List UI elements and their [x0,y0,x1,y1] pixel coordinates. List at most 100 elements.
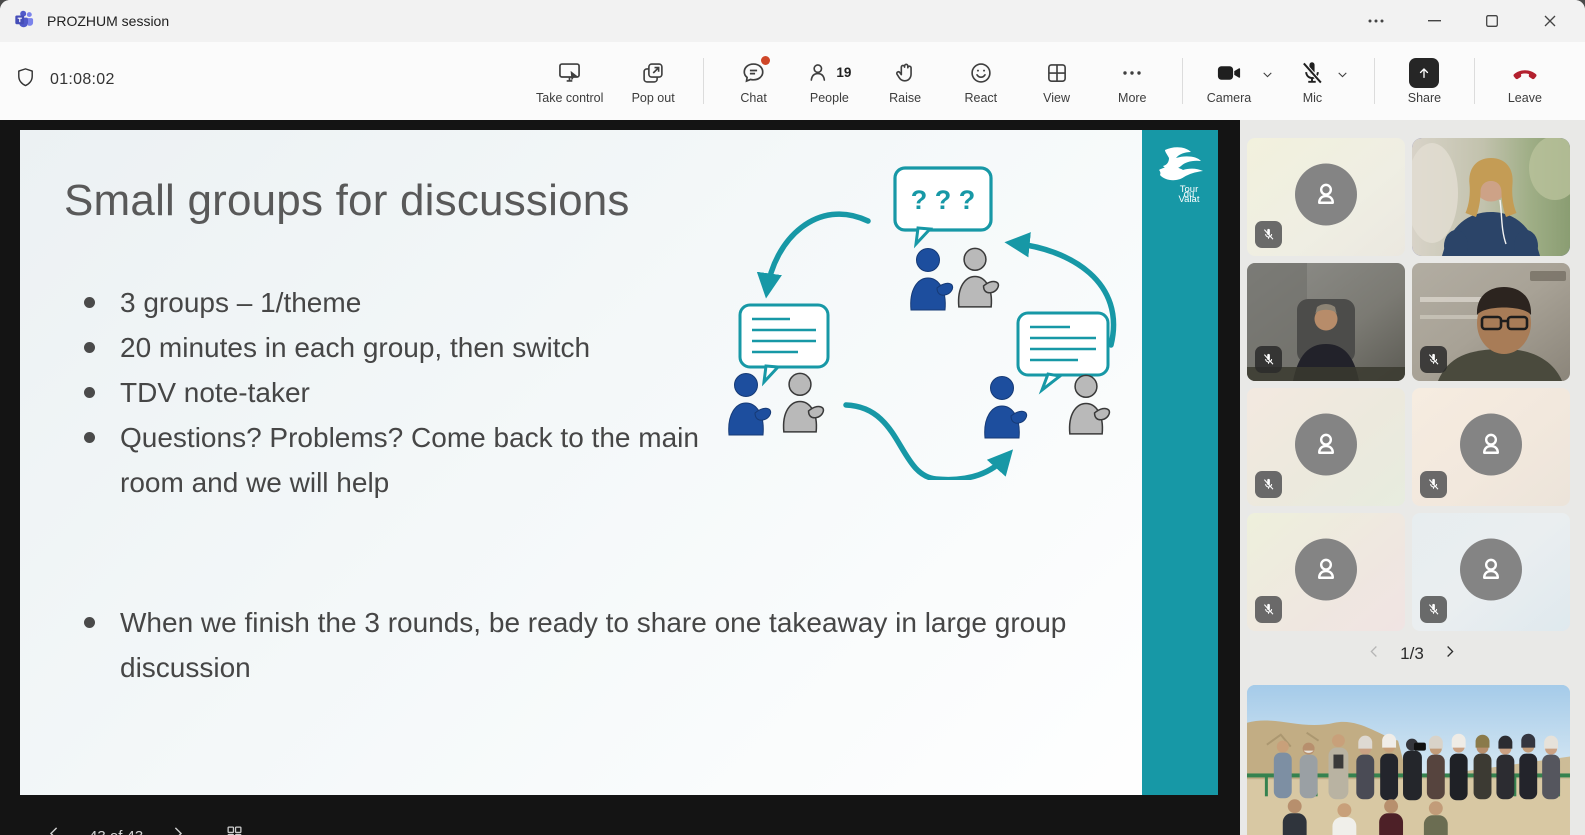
window-more-button[interactable] [1347,1,1405,41]
more-button[interactable]: More [1106,58,1158,105]
teams-logo-icon [14,8,35,34]
chat-speech-bubble-left [740,305,828,382]
take-control-icon [556,58,583,88]
chat-notification-dot [761,56,770,65]
slide-bullet: 20 minutes in each group, then switch [60,325,710,370]
svg-text:? ? ?: ? ? ? [911,185,975,215]
share-active-icon [1409,58,1439,88]
people-count: 19 [836,65,851,80]
mic-muted-badge-icon [1420,596,1447,623]
avatar [1295,164,1357,226]
avatar [1295,539,1357,601]
avatar [1295,414,1357,476]
mic-muted-badge-icon [1255,596,1282,623]
grid-view-icon[interactable] [226,825,243,835]
slide-closing-bullet: When we finish the 3 rounds, be ready to… [60,600,1070,690]
mic-muted-badge-icon [1420,471,1447,498]
raise-hand-button[interactable]: Raise [879,58,931,105]
shared-content-stage: Small groups for discussions 3 groups – … [0,120,1240,835]
participants-sidebar: 1/3 [1240,120,1585,835]
view-grid-icon [1044,58,1070,88]
mic-muted-badge-icon [1255,471,1282,498]
camera-button[interactable]: Camera [1207,58,1274,105]
video-feed [1412,138,1570,256]
gray-person-figure [1070,375,1110,433]
previous-slide-chevron-icon[interactable] [46,825,63,835]
slide-page-indicator: 43 of 43 [89,828,143,835]
leave-call-icon [1510,58,1540,88]
pagination-next-chevron-icon[interactable] [1442,644,1457,664]
chat-button[interactable]: Chat [728,58,780,105]
raise-hand-icon [892,58,918,88]
toolbar-divider [1182,58,1183,104]
slide-title: Small groups for discussions [64,176,630,226]
participants-pagination: 1/3 [1247,637,1577,671]
participant-tile-video[interactable] [1412,263,1570,381]
leave-button[interactable]: Leave [1499,58,1551,105]
mic-button[interactable]: Mic [1298,58,1350,105]
toolbar-divider [1374,58,1375,104]
question-speech-bubble: ? ? ? [895,168,991,244]
slide-bullet: Questions? Problems? Come back to the ma… [60,415,710,505]
video-feed [1247,685,1570,835]
gray-person-figure [959,248,999,306]
blue-person-figure [985,377,1027,439]
meeting-toolbar: 01:08:02 Take control [0,42,1585,120]
window-close-button[interactable] [1521,1,1579,41]
slide-bullet: TDV note-taker [60,370,710,415]
pop-out-icon [640,58,666,88]
pagination-prev-chevron-icon[interactable] [1367,644,1382,664]
presentation-slide: Small groups for discussions 3 groups – … [20,130,1218,795]
participant-tile-avatar[interactable] [1412,513,1570,631]
participant-tile-avatar[interactable] [1247,138,1405,256]
toolbar-divider [703,58,704,104]
participant-tile-avatar[interactable] [1412,388,1570,506]
chat-icon [740,58,767,88]
react-smiley-icon [968,58,994,88]
timer-value: 01:08:02 [50,71,115,89]
tour-du-valat-logo: Tour du Valat [1142,144,1218,205]
slide-bullet: 3 groups – 1/theme [60,280,710,325]
mic-options-chevron-icon[interactable] [1336,68,1349,86]
mic-muted-badge-icon [1420,346,1447,373]
gray-person-figure [784,373,824,431]
window-title: PROZHUM session [47,13,169,29]
take-control-button[interactable]: Take control [536,58,603,105]
shield-icon [14,66,37,94]
mic-muted-icon [1298,58,1326,88]
blue-person-figure [911,249,953,311]
react-button[interactable]: React [955,58,1007,105]
mic-muted-badge-icon [1255,346,1282,373]
participant-tile-video-speaking[interactable] [1412,138,1570,256]
participant-tile-video-group-photo[interactable] [1247,685,1570,835]
more-icon [1120,58,1144,88]
slide-navigation-bar: 43 of 43 [46,818,243,835]
window-minimize-button[interactable] [1405,1,1463,41]
participant-tile-video[interactable] [1247,263,1405,381]
arrow-left-to-right [846,405,1008,480]
people-button[interactable]: 19 People [803,58,855,105]
share-button[interactable]: Share [1398,58,1450,105]
slide-accent-band: Tour du Valat [1142,130,1218,795]
teams-meeting-window: PROZHUM session 01:08:02 [0,0,1585,835]
avatar [1460,539,1522,601]
avatar [1460,414,1522,476]
toolbar-divider [1474,58,1475,104]
participant-tile-avatar[interactable] [1247,513,1405,631]
view-button[interactable]: View [1031,58,1083,105]
people-icon: 19 [807,58,851,88]
logo-text-line: Valat [1142,194,1218,205]
titlebar: PROZHUM session [0,0,1585,42]
pop-out-button[interactable]: Pop out [627,58,679,105]
arrow-top-to-left [767,214,868,291]
meeting-timer: 01:08:02 [14,66,115,94]
camera-options-chevron-icon[interactable] [1261,68,1274,86]
window-maximize-button[interactable] [1463,1,1521,41]
camera-on-icon [1214,58,1244,88]
slide-bullet-list: 3 groups – 1/theme 20 minutes in each gr… [60,280,710,505]
participant-tile-avatar[interactable] [1247,388,1405,506]
pagination-label: 1/3 [1400,644,1424,664]
mic-muted-badge-icon [1255,221,1282,248]
discussion-cycle-diagram: ? ? ? [670,145,1140,480]
next-slide-chevron-icon[interactable] [169,825,186,835]
